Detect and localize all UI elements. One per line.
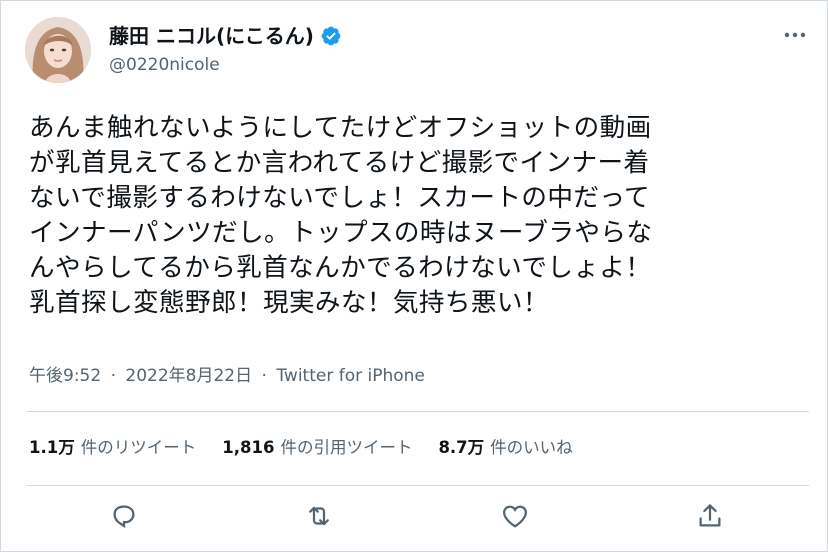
like-button[interactable] [500,501,530,531]
author-name-text[interactable]: 藤田 ニコル(にこるん) [109,23,314,49]
tweet-time[interactable]: 午後9:52 [29,366,101,386]
stat-label: 件のいいね [490,438,573,457]
reply-button[interactable] [109,501,139,531]
stat-count: 1.1万 [29,438,75,457]
tweet-line: 乳首探し変態野郎！現実みな！気持ち悪い！ [29,288,549,318]
stat-label: 件のリツイート [80,438,197,457]
tweet-line: あんま触れないようにしてたけどオフショットの動画 [29,113,652,143]
tweet-text: あんま触れないようにしてたけどオフショットの動画 が乳首見えてるとか言われてるけ… [29,111,809,321]
tweet-line: が乳首見えてるとか言われてるけど撮影でインナー着 [29,148,650,178]
engagement-stats: 1.1万 件のリツイート 1,816 件の引用ツイート 8.7万 件のいいね [29,437,599,459]
avatar-image [25,17,91,83]
tweet-line: ないで撮影するわけないでしょ！スカートの中だって [29,183,651,213]
more-horizontal-icon[interactable] [781,27,809,43]
share-icon [699,504,721,527]
meta-separator: · [261,366,267,386]
author-handle[interactable]: @0220nicole [109,54,220,76]
action-bar [1,501,828,535]
avatar[interactable] [25,17,91,83]
tweet-meta: 午後9:52 · 2022年8月22日 · Twitter for iPhone [29,365,425,387]
tweet-source[interactable]: Twitter for iPhone [276,366,425,386]
verified-badge-icon [321,26,341,46]
retweet-button[interactable] [304,501,334,531]
stat-label: 件の引用ツイート [280,438,413,457]
tweet-line: んやらしてるから乳首なんかでるわけないでしょよ！ [29,253,652,283]
tweet-card: 藤田 ニコル(にこるん) @0220nicole あんま触れないようにしてたけど… [0,0,828,552]
tweet-date[interactable]: 2022年8月22日 [125,366,252,386]
share-button[interactable] [695,501,725,531]
stat-count: 8.7万 [438,438,485,457]
meta-separator: · [110,366,116,386]
quote-tweets-stat[interactable]: 1,816 件の引用ツイート [222,437,412,459]
likes-stat[interactable]: 8.7万 件のいいね [438,437,572,459]
retweet-icon [309,506,329,526]
heart-icon [503,505,527,528]
tweet-line: インナーパンツだし。トップスの時はヌーブラやらな [29,218,653,248]
divider [27,485,809,486]
divider [27,411,809,412]
stat-count: 1,816 [222,438,275,457]
author-display-name[interactable]: 藤田 ニコル(にこるん) [109,23,342,49]
reply-icon [113,505,135,529]
retweets-stat[interactable]: 1.1万 件のリツイート [29,437,196,459]
